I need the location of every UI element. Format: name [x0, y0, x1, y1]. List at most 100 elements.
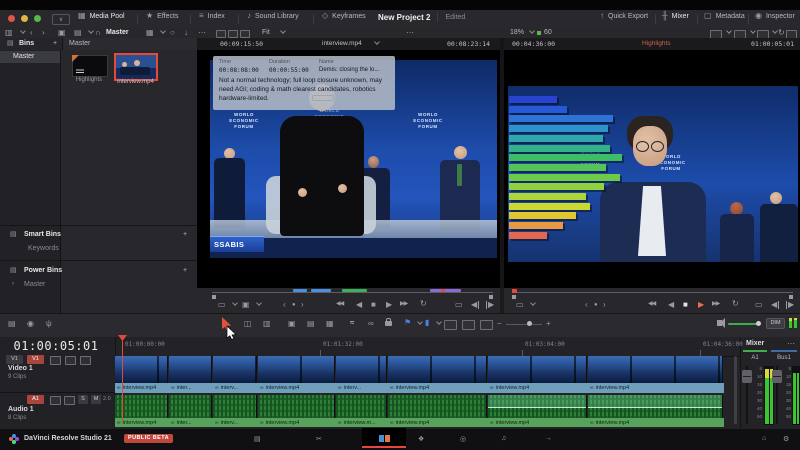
page-cut-icon[interactable]: ✂ [316, 435, 322, 443]
video-clip[interactable]: ∞ interv... [213, 356, 258, 393]
media-pool-button[interactable]: ▦ Media Pool [78, 12, 125, 20]
back-icon[interactable]: ‹ [30, 29, 33, 37]
timeline-ruler[interactable] [115, 337, 740, 357]
mixer-channel-a1-label[interactable]: A1 [743, 355, 767, 361]
stop-button[interactable]: ■ [683, 301, 688, 309]
media-item-highlights-thumbnail[interactable] [72, 55, 108, 77]
power-bins-header[interactable]: Power Bins [24, 267, 62, 274]
page-media-icon[interactable]: ▤ [254, 435, 261, 443]
page-fairlight-icon[interactable]: ♫ [501, 435, 506, 442]
timeline-scrubber-playhead[interactable] [512, 289, 517, 293]
add-power-bin-button[interactable]: + [183, 267, 187, 274]
video-track-source-button[interactable]: V1 [27, 355, 44, 364]
search-icon[interactable]: ○ [170, 29, 175, 37]
flag-icon[interactable]: ⚑ [404, 319, 411, 327]
zoom-detail-icon[interactable] [462, 320, 475, 330]
thumb-size-small-icon[interactable] [216, 30, 226, 38]
bin-tree-item-master[interactable]: Master [0, 51, 60, 63]
jog-dot-icon[interactable]: ● [594, 302, 598, 308]
zoom-out-icon[interactable]: − [497, 320, 502, 328]
timeline-name-dropdown[interactable]: Highlights [642, 40, 671, 47]
clip-options-icon[interactable]: ▣ [242, 301, 250, 309]
goto-in-icon[interactable]: ◀ [771, 301, 780, 309]
scrubber-marker[interactable] [293, 289, 307, 292]
mixer-options-icon[interactable]: ⋯ [787, 340, 795, 348]
thumb-size-large-icon[interactable] [240, 30, 250, 38]
camera-icon[interactable]: ▤ [74, 29, 82, 37]
video-clip[interactable]: ∞ interview.mp4 [258, 356, 336, 393]
panel-toggle-icon[interactable]: ▥ [5, 29, 13, 37]
play-reverse-button[interactable]: ◀ [668, 301, 674, 309]
audio-clip[interactable]: ∞ interview.mp4 [258, 395, 336, 427]
flag-view-icon[interactable]: ◉ [27, 320, 34, 328]
track-view-icon[interactable] [80, 356, 91, 365]
zoom-full-extent-icon[interactable] [444, 320, 457, 330]
video-clip[interactable]: ∞ inter... [169, 356, 213, 393]
video-track-name[interactable]: Video 1 [8, 365, 33, 372]
match-frame-icon[interactable]: ▭ [455, 301, 463, 309]
auto-select-icon[interactable] [65, 356, 76, 365]
bin-dropdown[interactable]: Master [106, 29, 129, 36]
razor-tool-icon[interactable]: ▥ [263, 320, 271, 328]
jog-left-icon[interactable]: ‹ [283, 301, 286, 309]
home-icon[interactable]: ⌂ [762, 435, 766, 442]
marker-icon[interactable]: ▮ [425, 319, 429, 327]
link-clips-icon[interactable]: ∞ [368, 320, 374, 328]
window-chevron-icon[interactable]: ∨ [52, 14, 70, 25]
quick-export-button[interactable]: ↑ Quick Export [600, 12, 648, 20]
skip-back-button[interactable]: ◀◀ [648, 301, 656, 307]
metadata-button[interactable]: ▢ Metadata [704, 12, 745, 20]
playhead[interactable] [122, 339, 123, 424]
speaker-icon[interactable] [717, 318, 725, 328]
effects-button[interactable]: ★ Effects [146, 12, 178, 20]
skip-forward-button[interactable]: ▶▶ [400, 301, 408, 307]
power-bin-master[interactable]: Master [24, 281, 45, 288]
track-lock-icon[interactable] [50, 396, 61, 405]
media-item-interview-thumbnail[interactable] [114, 53, 158, 81]
page-edit-active-box[interactable] [362, 428, 406, 448]
grid-view-icon[interactable]: ▦ [146, 29, 154, 37]
play-button[interactable]: ▶ [386, 301, 392, 309]
position-lock-icon[interactable] [385, 318, 392, 326]
maximize-button[interactable] [34, 15, 41, 22]
scrubber-marker[interactable] [430, 289, 461, 292]
auto-select-icon[interactable] [64, 396, 75, 405]
jog-right-icon[interactable]: › [603, 301, 606, 309]
video-clip[interactable]: ∞ interv... [336, 356, 388, 393]
forward-icon[interactable]: › [42, 29, 45, 37]
mixer-button[interactable]: ╫ Mixer [662, 12, 689, 20]
refresh-icon[interactable]: ↻ [778, 29, 785, 37]
add-bin-button[interactable]: + [53, 40, 57, 47]
page-fusion-icon[interactable]: ❖ [418, 435, 424, 443]
scrubber-handle-left[interactable] [212, 295, 216, 299]
video-clip[interactable]: ∞ interview.mp4 [388, 356, 488, 393]
zoom-slider[interactable] [506, 324, 542, 325]
trim-edit-mode-icon[interactable]: ◫ [244, 320, 252, 328]
solo-button[interactable]: S [78, 395, 88, 404]
timeline-view-options-icon[interactable]: ▤ [8, 320, 16, 328]
index-button[interactable]: ≡ Index [199, 12, 225, 20]
thumb-size-medium-icon[interactable] [228, 30, 238, 38]
dim-button[interactable]: DIM [766, 318, 785, 329]
loop-button[interactable]: ↻ [732, 300, 739, 308]
scrubber-marker[interactable] [342, 289, 367, 292]
scrubber-marker[interactable] [311, 289, 331, 292]
audio-clip[interactable]: ∞ interview.m... [336, 395, 388, 427]
skip-forward-button[interactable]: ▶▶ [712, 301, 720, 307]
close-button[interactable] [8, 15, 15, 22]
source-clip-name-dropdown[interactable]: interview.mp4 [322, 40, 362, 47]
mute-button[interactable]: M [91, 395, 101, 404]
audio-clip[interactable]: ∞ interview.mp4 [588, 395, 724, 427]
replace-clip-icon[interactable]: ▦ [326, 320, 334, 328]
stop-button[interactable]: ■ [371, 301, 376, 309]
audio-clip[interactable]: ∞ interview.mp4 [488, 395, 588, 427]
audio-track-patch-button[interactable]: A1 [27, 395, 44, 404]
settings-gear-icon[interactable]: ⚙ [783, 435, 789, 443]
zoom-slider-handle[interactable] [527, 321, 532, 326]
volume-slider[interactable] [728, 323, 759, 325]
audio-automation-line[interactable] [588, 395, 722, 408]
viewer-zoom-dropdown[interactable]: Fit [262, 29, 270, 36]
source-scrubber[interactable] [212, 292, 493, 293]
audio-clip[interactable]: ∞ inter... [169, 395, 213, 427]
scrubber-handle-left[interactable] [512, 295, 516, 299]
